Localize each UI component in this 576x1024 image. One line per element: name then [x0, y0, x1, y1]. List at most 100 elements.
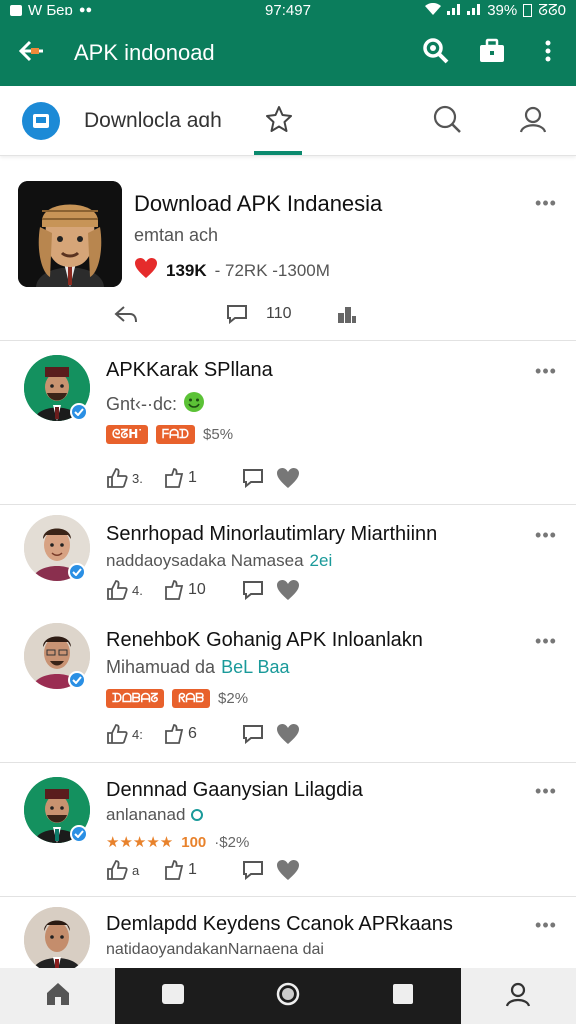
featured-stat-text: - 72RK -1300M: [214, 260, 330, 280]
post-meta: ᗪᗝᗷᗩᘔ ᖇᗩᗷ $2%: [106, 689, 248, 708]
post-avatar[interactable]: [24, 907, 90, 968]
post-badge: ᗪᗝᗷᗩᘔ: [106, 689, 165, 708]
tab-profile[interactable]: [510, 86, 556, 156]
comment-button[interactable]: [230, 860, 276, 880]
notification-icon: [10, 4, 22, 16]
search-button[interactable]: [408, 20, 464, 86]
post-subtitle-text: Mihamuad da: [106, 657, 216, 677]
app-logo-icon: [22, 102, 60, 140]
nav-center[interactable]: [230, 968, 346, 1024]
post-badge: ᖇᗩᗷ: [172, 689, 211, 708]
more-horizontal-icon: •••: [535, 192, 557, 213]
post-item[interactable]: Demlapdd Keydens Ccanok APRkaans natidao…: [0, 897, 576, 968]
tab-search[interactable]: [424, 86, 470, 156]
verified-badge-icon: [70, 825, 88, 843]
repost-icon: [165, 860, 184, 880]
heart-icon: [277, 580, 299, 600]
post-actions: a 1: [106, 859, 300, 881]
like-button[interactable]: a: [106, 859, 162, 881]
post-title: RenehboK Gohanig APK Inloanlakn: [106, 629, 423, 651]
repost-button[interactable]: 10: [162, 579, 230, 601]
heart-icon: [277, 468, 299, 488]
post-subtitle-text: anlananad: [106, 805, 186, 824]
comment-button[interactable]: [230, 724, 276, 744]
heart-icon: [277, 860, 299, 880]
more-options-button[interactable]: •••: [534, 191, 558, 215]
post-subtitle: anlananad: [106, 805, 204, 825]
tab-favorites[interactable]: [256, 86, 302, 156]
repost-count: 6: [188, 725, 197, 742]
more-options-button[interactable]: •••: [534, 913, 558, 937]
repost-button[interactable]: 1: [162, 859, 230, 881]
smiley-icon: [183, 391, 205, 418]
featured-stats: 139K - 72RK -1300M: [134, 257, 330, 284]
search-icon: [422, 37, 450, 70]
app-title: APK indonoad: [74, 40, 215, 65]
user-icon: [505, 981, 531, 1012]
overflow-menu-button[interactable]: [520, 20, 576, 86]
more-options-button[interactable]: •••: [534, 523, 558, 547]
like-button[interactable]: 4.: [106, 579, 162, 601]
more-vertical-icon: [545, 40, 551, 67]
status-right: 39% ᘔᘔ0: [425, 2, 566, 19]
heart-button[interactable]: [276, 579, 300, 601]
comment-button[interactable]: [226, 304, 248, 324]
post-subtitle-text: naddaoysadaka Namasea: [106, 551, 304, 570]
post-title: APKKarak SPllana: [106, 359, 273, 381]
more-horizontal-icon: •••: [535, 780, 557, 801]
nav-recents[interactable]: [115, 968, 231, 1024]
reply-button[interactable]: [114, 304, 138, 324]
like-button[interactable]: 3.: [106, 467, 162, 489]
store-button[interactable]: [464, 20, 520, 86]
thumbs-up-icon: [107, 860, 128, 880]
like-count: 4.: [132, 582, 143, 598]
nav-overview[interactable]: [345, 968, 461, 1024]
featured-post[interactable]: Download APK Indanesia emtan ach 139K - …: [0, 157, 576, 341]
comment-icon: [243, 861, 263, 880]
tab-app[interactable]: Downlocla aɑh: [22, 102, 222, 140]
home-icon: [44, 981, 72, 1012]
post-actions: 4: 6: [106, 723, 300, 745]
repost-button[interactable]: 1: [162, 467, 230, 489]
more-options-button[interactable]: •••: [534, 359, 558, 383]
like-button[interactable]: 4:: [106, 723, 162, 745]
stats-button[interactable]: [336, 303, 358, 325]
back-button[interactable]: [0, 20, 64, 86]
square-icon: [161, 983, 185, 1010]
comment-button[interactable]: [230, 468, 276, 488]
post-item[interactable]: Dennnad Gaanysian Lilagdia anlananad ★★★…: [0, 763, 576, 897]
post-item[interactable]: APKKarak SPllana Gnt‹-·dc: ᘓᘔᕼᐝ ᖴᗩᗪ $5% …: [0, 341, 576, 505]
more-horizontal-icon: •••: [535, 360, 557, 381]
bottom-navigation: [0, 968, 576, 1024]
status-left: W Ƃeɒ ●●: [10, 2, 92, 19]
nav-profile[interactable]: [460, 968, 576, 1024]
comment-icon: [227, 305, 247, 324]
voicemail-icon: ●●: [78, 4, 93, 16]
more-options-button[interactable]: •••: [534, 629, 558, 653]
post-item[interactable]: Senrhopad Minorlautimlary Miarthiinn nad…: [0, 505, 576, 615]
heart-button[interactable]: [276, 859, 300, 881]
circle-icon: [275, 981, 301, 1012]
thumbs-up-icon: [107, 468, 128, 488]
bar-chart-icon: [337, 307, 356, 323]
more-options-button[interactable]: •••: [534, 779, 558, 803]
post-item[interactable]: RenehboK Gohanig APK Inloanlakn Mihamuad…: [0, 615, 576, 763]
heart-button[interactable]: [276, 723, 300, 745]
star-icon: [264, 104, 294, 139]
thumbs-up-icon: [107, 724, 128, 744]
featured-avatar[interactable]: [18, 181, 122, 287]
heart-filled-icon: [134, 257, 158, 284]
reply-icon: [114, 306, 137, 323]
post-subtitle: naddaoysadaka Namasea 2ei: [106, 551, 332, 571]
more-horizontal-icon: •••: [535, 630, 557, 651]
back-arrow-icon: [18, 36, 45, 70]
status-left-text: W Ƃeɒ: [28, 1, 73, 19]
repost-icon: [165, 468, 184, 488]
post-title: Senrhopad Minorlautimlary Miarthiinn: [106, 523, 438, 545]
comment-button[interactable]: [230, 580, 276, 600]
nav-home[interactable]: [0, 968, 116, 1024]
post-subtitle: natidaoyandakanNarnaena dai: [106, 941, 324, 958]
repost-button[interactable]: 6: [162, 723, 230, 745]
heart-button[interactable]: [276, 467, 300, 489]
post-meta: ᘓᘔᕼᐝ ᖴᗩᗪ $5%: [106, 425, 233, 444]
